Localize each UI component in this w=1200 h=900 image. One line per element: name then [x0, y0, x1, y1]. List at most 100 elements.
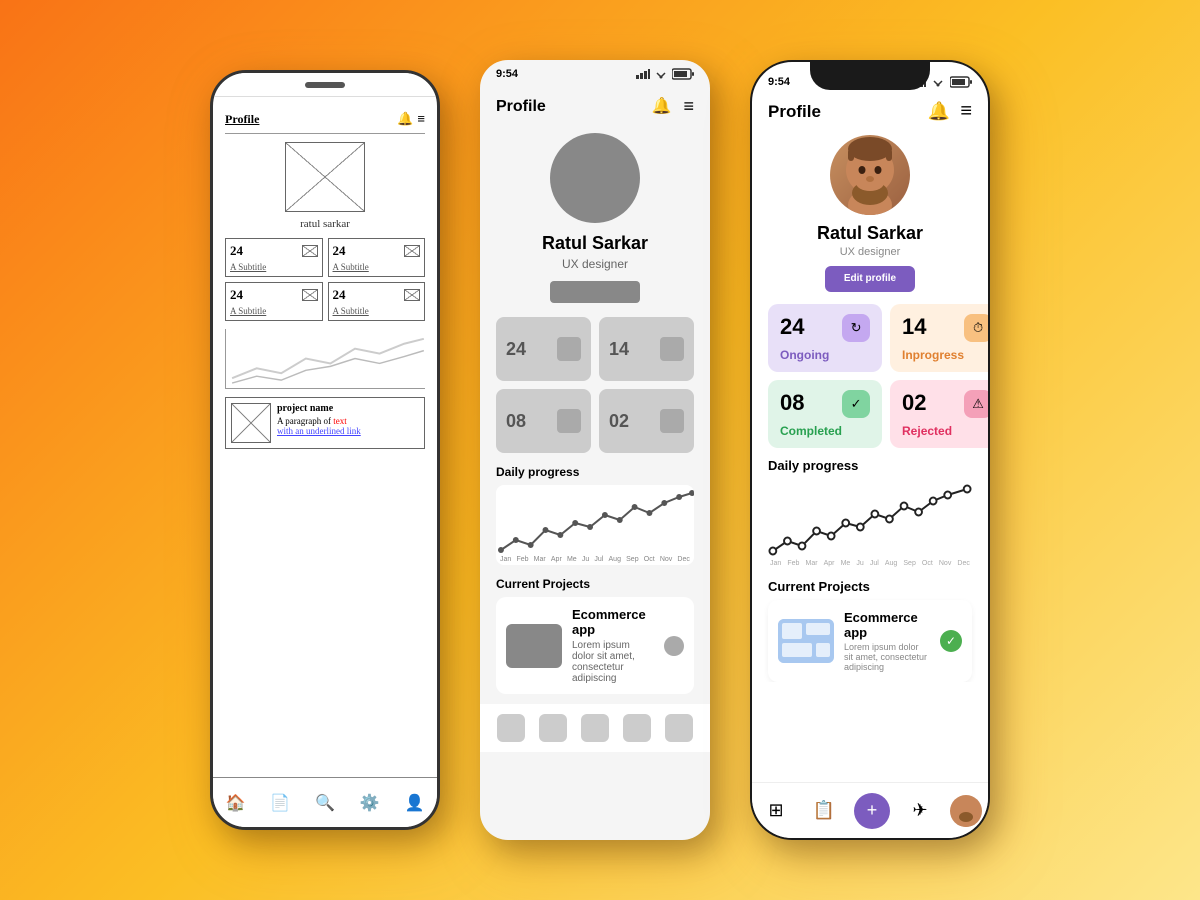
phone3-month-labels: JanFebMarAprMeJuJulAugSepOctNovDec — [768, 560, 972, 567]
phone3-nav-send[interactable]: ✈ — [902, 793, 938, 829]
phone3-header-icons: 🔔 ≡ — [928, 100, 972, 123]
phone1-project-image — [231, 403, 271, 443]
phone2-stat-2: 14 — [599, 317, 694, 381]
phone3-avatar-svg — [830, 135, 910, 215]
phone2-stat-num-2: 14 — [609, 339, 629, 360]
phone3-time: 9:54 — [768, 76, 790, 88]
phone3-project-title: Ecommerce app — [844, 610, 930, 640]
phone3-check-icon: ✓ — [940, 630, 962, 652]
phone3-project-image-svg — [778, 619, 834, 663]
phone3-stat-num-completed: 08 — [780, 390, 842, 416]
stat-num-1: 24 — [230, 243, 243, 259]
stat-num-4: 24 — [333, 287, 346, 303]
stat-sub-2: A Subtitle — [333, 262, 421, 272]
nav-search-icon[interactable]: 🔍 — [315, 793, 335, 813]
phone2-time: 9:54 — [496, 68, 518, 80]
nav-docs-icon[interactable]: 📄 — [270, 793, 290, 813]
phone-wireframe: Profile 🔔 ≡ ratul sarkar 24 A Subtitle 2… — [210, 70, 440, 830]
bell-icon[interactable]: 🔔 — [397, 111, 413, 127]
phone2-project-title: Ecommerce app — [572, 607, 654, 637]
phone3-role: UX designer — [768, 246, 972, 258]
phone2-stat-icon-3 — [557, 409, 581, 433]
stat-card-4: 24 A Subtitle — [328, 282, 426, 321]
phone2-title: Profile — [496, 98, 546, 116]
phone2-menu-icon[interactable]: ≡ — [683, 96, 694, 117]
phone3-stat-rejected-left: 02 Rejected — [902, 390, 952, 438]
stat-card-2: 24 A Subtitle — [328, 238, 426, 277]
phone2-stat-icon-4 — [660, 409, 684, 433]
phone3-bell-icon[interactable]: 🔔 — [928, 101, 950, 122]
phone2-check-icon — [664, 636, 684, 656]
phone3-stat-inprogress-left: 14 Inprogress — [902, 314, 964, 362]
phone3-nav-add[interactable]: + — [854, 793, 890, 829]
stat-icon-2 — [404, 245, 420, 257]
stat-card-1: 24 A Subtitle — [225, 238, 323, 277]
phone1-speaker — [305, 82, 345, 88]
phone2-bell-icon[interactable]: 🔔 — [652, 96, 672, 117]
phone3-notch — [810, 62, 930, 90]
nav-home-icon[interactable]: 🏠 — [225, 793, 245, 813]
phone3-projects-section: Current Projects Ecommerce app Lorem ips… — [768, 579, 972, 682]
phone3-stat-completed-left: 08 Completed — [780, 390, 842, 438]
nav-settings-icon[interactable]: ⚙️ — [360, 793, 380, 813]
phone1-stats-grid: 24 A Subtitle 24 A Subtitle 24 A Subtitl… — [225, 238, 425, 321]
phone3-edit-button[interactable]: Edit profile — [825, 266, 915, 292]
phone2-nav-3[interactable] — [581, 714, 609, 742]
phone2-status-icons — [636, 68, 694, 80]
battery-icon — [672, 68, 694, 80]
menu-icon[interactable]: ≡ — [417, 111, 425, 127]
phone2-edit-btn[interactable] — [550, 281, 640, 303]
stat-icon-3 — [302, 289, 318, 301]
phone2-stat-num-4: 02 — [609, 411, 629, 432]
phone2-nav-1[interactable] — [497, 714, 525, 742]
phone2-avatar — [550, 133, 640, 223]
phone2-header: Profile 🔔 ≡ — [496, 88, 694, 133]
phone3-nav-grid[interactable]: ⊞ — [758, 793, 794, 829]
phone2-username: Ratul Sarkar — [496, 233, 694, 254]
phone2-nav-5[interactable] — [665, 714, 693, 742]
phone2-project-image — [506, 624, 562, 668]
phone3-content: Profile 🔔 ≡ — [752, 94, 988, 682]
phone3-stat-ongoing: 24 Ongoing ↻ — [768, 304, 882, 372]
phone3-chart-svg — [768, 479, 972, 569]
stat-card-3: 24 A Subtitle — [225, 282, 323, 321]
phone2-projects-label: Current Projects — [496, 577, 694, 591]
stat-sub-4: A Subtitle — [333, 306, 421, 316]
phone2-nav-4[interactable] — [623, 714, 651, 742]
phone2-project-info: Ecommerce app Lorem ipsum dolor sit amet… — [572, 607, 654, 684]
phone2-stat-4: 02 — [599, 389, 694, 453]
signal-icon — [636, 69, 650, 79]
phone2-content: Profile 🔔 ≡ Ratul Sarkar UX designer 24 … — [480, 88, 710, 694]
phone2-header-icons: 🔔 ≡ — [652, 96, 694, 117]
phone1-project-link[interactable]: with an underlined link — [277, 426, 361, 436]
phone3-avatar — [830, 135, 910, 215]
phone-color: 9:54 Profile 🔔 ≡ — [750, 60, 990, 840]
phone2-chart-label: Daily progress — [496, 465, 694, 479]
phone2-bottom-nav — [480, 704, 710, 752]
phone2-stat-num-3: 08 — [506, 411, 526, 432]
phone3-project-image — [778, 619, 834, 663]
phone2-chart-section: Daily progress JanFebMarAprMeJuJulAugSep… — [496, 465, 694, 565]
phone3-menu-icon[interactable]: ≡ — [960, 100, 972, 123]
phone1-bottom-nav: 🏠 📄 🔍 ⚙️ 👤 — [213, 777, 437, 827]
phone3-stat-label-rejected: Rejected — [902, 424, 952, 438]
phone3-nav-docs[interactable]: 📋 — [806, 793, 842, 829]
nav-user-icon[interactable]: 👤 — [405, 793, 425, 813]
phone3-chart-container: JanFebMarAprMeJuJulAugSepOctNovDec — [768, 479, 972, 569]
phone3-username: Ratul Sarkar — [768, 223, 972, 244]
stat-icon-1 — [302, 245, 318, 257]
phone3-title: Profile — [768, 102, 821, 122]
phone3-wifi-icon — [930, 77, 946, 87]
phone3-stat-num-rejected: 02 — [902, 390, 952, 416]
phone3-projects-label: Current Projects — [768, 579, 972, 594]
phone1-chart — [225, 329, 425, 389]
stat-num-3: 24 — [230, 287, 243, 303]
phone2-role: UX designer — [496, 257, 694, 271]
phone3-header: Profile 🔔 ≡ — [768, 94, 972, 135]
phone3-bottom-nav: ⊞ 📋 + ✈ — [752, 782, 988, 838]
phone3-stat-inprogress: 14 Inprogress ⏱ — [890, 304, 988, 372]
phone2-nav-2[interactable] — [539, 714, 567, 742]
phone2-project-desc: Lorem ipsum dolor sit amet, consectetur … — [572, 640, 654, 684]
phone3-nav-avatar[interactable] — [950, 795, 982, 827]
phone3-project-desc: Lorem ipsum dolor sit amet, consectetur … — [844, 642, 930, 672]
